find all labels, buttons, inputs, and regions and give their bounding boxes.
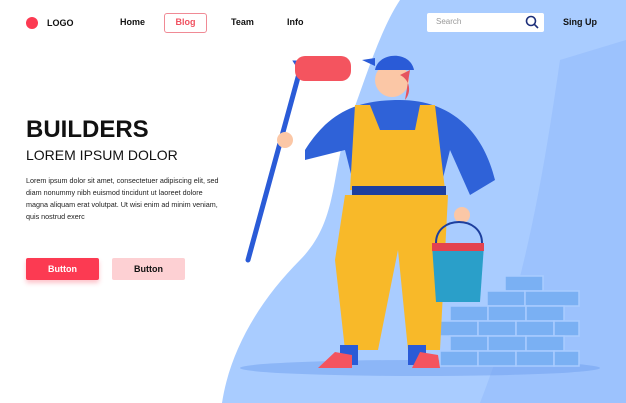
hero-description: Lorem ipsum dolor sit amet, consectetuer… [26,176,219,221]
page-title: BUILDERS [26,116,149,143]
top-nav: LOGO Home Blog Team Info Search Sing Up [0,0,626,46]
nav-team[interactable]: Team [231,17,254,27]
page-subtitle: LOREM IPSUM DOLOR [26,147,178,163]
nav-home[interactable]: Home [120,17,145,27]
secondary-button[interactable]: Button [112,258,185,280]
search-icon[interactable] [525,15,539,29]
signup-link[interactable]: Sing Up [563,17,597,27]
primary-button[interactable]: Button [26,258,99,280]
search-placeholder: Search [436,17,462,26]
nav-info[interactable]: Info [287,17,304,27]
nav-blog[interactable]: Blog [164,13,207,33]
search-input[interactable]: Search [427,13,544,32]
logo[interactable]: LOGO [47,18,74,28]
logo-icon [26,17,38,29]
